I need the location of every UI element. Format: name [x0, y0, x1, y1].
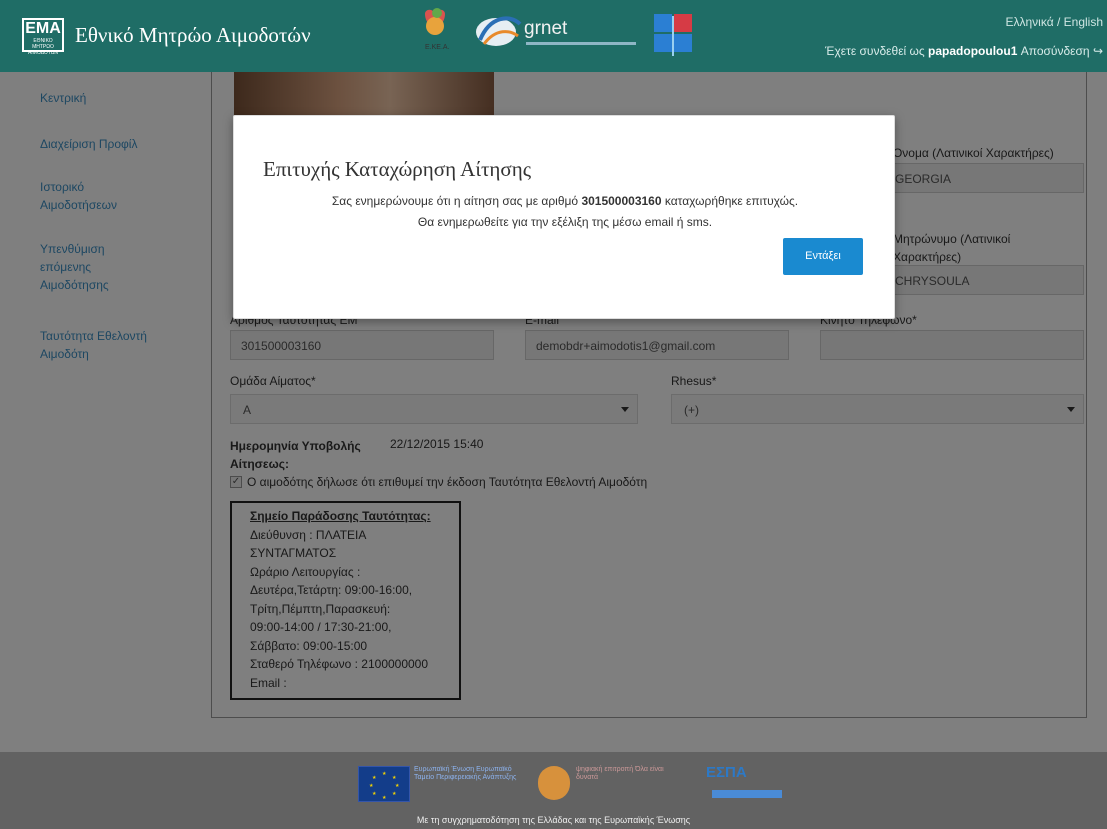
modal-title: Επιτυχής Καταχώρηση Αίτησης	[263, 157, 532, 181]
ekea-label: Ε.ΚΕ.Α.	[425, 44, 450, 51]
espa-bar-icon	[712, 790, 782, 798]
modal-message-line2: Θα ενημερωθείτε για την εξέλιξη της μέσω…	[417, 215, 713, 229]
eu-flag-icon: ★ ★ ★ ★ ★ ★ ★ ★	[358, 766, 410, 802]
modal-message-line1: Σας ενημερώνουμε ότι η αίτηση σας με αρι…	[234, 194, 896, 208]
login-status: Έχετε συνδεθεί ως papadopoulou1 Αποσύνδε…	[825, 44, 1103, 58]
application-number: 301500003160	[581, 194, 662, 208]
grnet-swoosh-icon: grnet	[476, 16, 636, 46]
ema-logo[interactable]: ΕΜΑ ΕΘΝΙΚΟ ΜΗΤΡΩΟ ΑΙΜΟΔΟΤΩΝ	[22, 18, 64, 56]
modal-message-prefix: Σας ενημερώνουμε ότι η αίτηση σας με αρι…	[331, 194, 579, 208]
success-modal: Επιτυχής Καταχώρηση Αίτησης Σας ενημερών…	[233, 115, 895, 319]
digital-convergence-text: ψηφιακή επιτροπή Όλα είναι δυνατά	[576, 766, 664, 781]
grnet-logo: grnet	[470, 6, 650, 60]
digital-convergence-icon	[538, 766, 570, 800]
medical-cross-icon	[654, 14, 692, 56]
username: papadopoulou1	[928, 44, 1018, 58]
grnet-text: grnet	[524, 18, 568, 39]
ekea-logo: Ε.ΚΕ.Α.	[413, 6, 461, 60]
logout-icon[interactable]: ↪	[1093, 44, 1103, 58]
logout-link[interactable]: Αποσύνδεση	[1021, 44, 1090, 58]
language-switch[interactable]: Ελληνικά / English	[1006, 15, 1104, 29]
site-title[interactable]: Εθνικό Μητρώο Αιμοδοτών	[75, 23, 311, 48]
site-header: ΕΜΑ ΕΘΝΙΚΟ ΜΗΤΡΩΟ ΑΙΜΟΔΟΤΩΝ Εθνικό Μητρώ…	[0, 0, 1107, 72]
ok-button[interactable]: Εντάξει	[783, 238, 863, 275]
modal-message-suffix: καταχωρήθηκε επιτυχώς.	[664, 194, 799, 208]
logo-subtext: ΕΘΝΙΚΟ ΜΗΤΡΩΟ ΑΙΜΟΔΟΤΩΝ	[27, 38, 59, 56]
cofunding-caption: Με τη συγχρηματοδότηση της Ελλάδας και τ…	[416, 815, 691, 825]
espa-logo: ΕΣΠΑ	[706, 764, 747, 781]
logo-text: ΕΜΑ	[25, 20, 61, 37]
medical-cross-logo	[650, 6, 706, 60]
ekea-heart-icon: Ε.ΚΕ.Α.	[425, 8, 450, 51]
eu-fund-text: Ευρωπαϊκή Ένωση Ευρωπαϊκό Ταμείο Περιφερ…	[414, 766, 517, 781]
logged-in-prefix: Έχετε συνδεθεί ως	[825, 44, 925, 58]
